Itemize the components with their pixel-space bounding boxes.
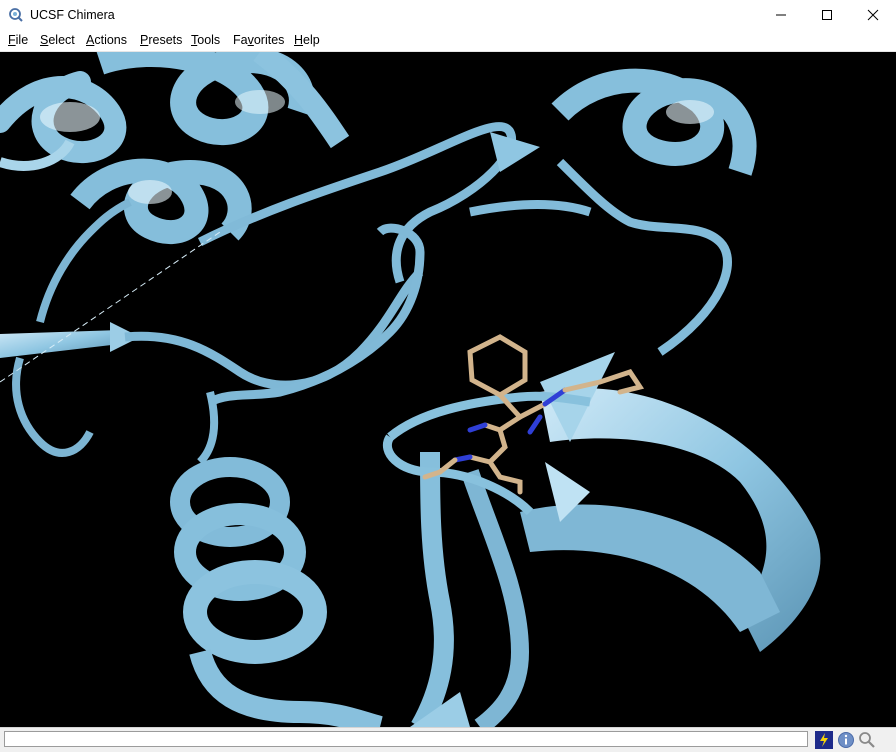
menu-presets[interactable]: Presets — [140, 33, 182, 47]
maximize-button[interactable] — [804, 0, 850, 30]
status-bar — [0, 727, 896, 752]
protein-ribbon-scene — [0, 52, 821, 727]
chimera-app-icon — [9, 8, 23, 22]
menu-tools[interactable]: Tools — [191, 33, 220, 47]
title-bar: UCSF Chimera — [0, 0, 896, 30]
menu-favorites[interactable]: Favorites — [233, 33, 284, 47]
ribbon-loop-center — [197, 122, 540, 407]
minimize-button[interactable] — [758, 0, 804, 30]
maximize-icon — [822, 10, 832, 20]
command-line-input[interactable] — [4, 731, 808, 747]
menu-bar: File Select Actions Presets Tools Favori… — [0, 30, 896, 52]
ribbon-helix-lower-left — [170, 391, 383, 727]
menu-file[interactable]: File — [8, 33, 28, 47]
info-icon[interactable] — [837, 731, 855, 749]
search-icon[interactable] — [858, 731, 876, 749]
close-icon — [867, 9, 879, 21]
rapid-access-icon[interactable] — [815, 731, 833, 749]
ribbon-sheet-right — [383, 352, 821, 727]
menu-select[interactable]: Select — [40, 33, 75, 47]
window-title: UCSF Chimera — [30, 8, 115, 22]
menu-actions[interactable]: Actions — [86, 33, 127, 47]
molecule-viewport[interactable] — [0, 52, 896, 727]
ribbon-helix-top-center — [96, 52, 350, 149]
menu-help[interactable]: Help — [294, 33, 320, 47]
distance-monitor-line — [0, 231, 221, 383]
ribbon-helix-upper-left — [0, 71, 127, 171]
close-button[interactable] — [850, 0, 896, 30]
minimize-icon — [776, 14, 786, 16]
ribbon-helix-right-top — [469, 68, 757, 356]
